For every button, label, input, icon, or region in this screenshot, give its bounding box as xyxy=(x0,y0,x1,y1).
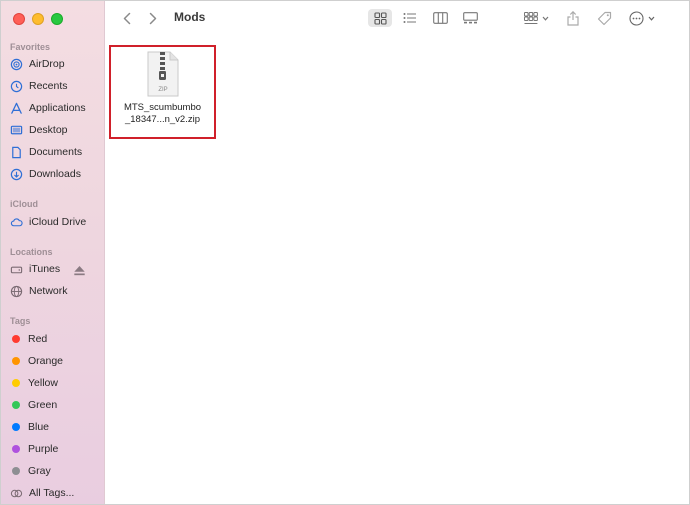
tag-color-dot xyxy=(12,401,20,409)
sidebar-item-airdrop[interactable]: AirDrop xyxy=(10,55,102,73)
file-name: MTS_scumbumbo _18347...n_v2.zip xyxy=(113,102,213,126)
favorites-section-title: Favorites xyxy=(10,42,51,52)
group-grid-icon xyxy=(523,11,538,24)
sidebar-tag-orange[interactable]: Orange xyxy=(10,352,102,370)
share-icon xyxy=(567,10,579,26)
sidebar-tag-green[interactable]: Green xyxy=(10,396,102,414)
sidebar-item-label: AirDrop xyxy=(29,58,65,70)
sidebar-item-downloads[interactable]: Downloads xyxy=(10,165,102,183)
sidebar: Favorites AirDrop Recents Applications D… xyxy=(1,1,105,504)
chevron-left-icon xyxy=(123,12,131,24)
gallery-icon xyxy=(462,12,478,24)
window-controls xyxy=(13,13,63,25)
sidebar-item-recents[interactable]: Recents xyxy=(10,77,102,95)
chevron-down-icon xyxy=(648,16,655,21)
tag-icon xyxy=(597,11,611,25)
eject-icon[interactable] xyxy=(73,264,86,277)
sidebar-tag-gray[interactable]: Gray xyxy=(10,462,102,480)
toolbar: Mods xyxy=(106,1,689,35)
all-tags-icon xyxy=(10,487,23,500)
chevron-down-icon xyxy=(542,16,548,21)
sidebar-item-label: Yellow xyxy=(28,377,58,389)
file-browser-area[interactable]: ZIP MTS_scumbumbo _18347...n_v2.zip xyxy=(106,35,689,504)
clock-icon xyxy=(10,80,23,93)
icon-view-button[interactable] xyxy=(368,9,392,27)
sidebar-item-label: Green xyxy=(28,399,58,411)
zip-file-icon: ZIP xyxy=(147,51,178,97)
list-icon xyxy=(403,13,416,23)
sidebar-item-label: Applications xyxy=(29,102,86,114)
sidebar-item-label: Purple xyxy=(28,443,59,455)
applications-icon xyxy=(10,102,23,115)
group-by-button[interactable] xyxy=(520,9,552,27)
tags-section-title: Tags xyxy=(10,316,31,326)
sidebar-tag-red[interactable]: Red xyxy=(10,330,102,348)
gallery-view-button[interactable] xyxy=(458,9,482,27)
window-title: Mods xyxy=(174,10,206,24)
more-actions-button[interactable] xyxy=(626,9,658,27)
file-name-line-2: _18347...n_v2.zip xyxy=(124,114,200,125)
sidebar-item-label: Red xyxy=(28,333,48,345)
desktop-icon xyxy=(10,124,23,137)
file-type-label: ZIP xyxy=(158,87,167,93)
ellipsis-circle-icon xyxy=(629,10,644,26)
tag-color-dot xyxy=(12,335,20,343)
sidebar-item-label: Gray xyxy=(28,465,51,477)
sidebar-item-itunes[interactable]: iTunes xyxy=(10,260,102,278)
sidebar-tag-purple[interactable]: Purple xyxy=(10,440,102,458)
back-button[interactable] xyxy=(120,9,134,27)
airdrop-icon xyxy=(10,58,23,71)
sidebar-item-applications[interactable]: Applications xyxy=(10,99,102,117)
sidebar-tag-blue[interactable]: Blue xyxy=(10,418,102,436)
sidebar-item-label: Orange xyxy=(28,355,64,367)
share-button[interactable] xyxy=(564,9,582,27)
sidebar-item-label: Recents xyxy=(29,80,68,92)
sidebar-item-label: Blue xyxy=(28,421,50,433)
column-view-button[interactable] xyxy=(428,9,452,27)
tag-color-dot xyxy=(12,379,20,387)
forward-button[interactable] xyxy=(146,9,160,27)
list-view-button[interactable] xyxy=(398,9,422,27)
grid-icon xyxy=(373,11,387,25)
sidebar-item-label: Downloads xyxy=(29,168,81,180)
sidebar-item-label: Documents xyxy=(29,146,83,158)
sidebar-all-tags[interactable]: All Tags... xyxy=(10,484,102,502)
document-icon xyxy=(10,146,23,159)
sidebar-item-label: Network xyxy=(29,285,68,297)
sidebar-item-desktop[interactable]: Desktop xyxy=(10,121,102,139)
file-name-line-1: MTS_scumbumbo xyxy=(123,102,202,113)
close-window-button[interactable] xyxy=(13,13,25,25)
tag-color-dot xyxy=(12,423,20,431)
chevron-right-icon xyxy=(149,12,157,24)
sidebar-item-label: iTunes xyxy=(29,263,61,275)
sidebar-item-documents[interactable]: Documents xyxy=(10,143,102,161)
sidebar-tag-yellow[interactable]: Yellow xyxy=(10,374,102,392)
tag-color-dot xyxy=(12,445,20,453)
icloud-section-title: iCloud xyxy=(10,199,38,209)
tag-button[interactable] xyxy=(594,9,614,27)
tag-color-dot xyxy=(12,357,20,365)
finder-window: Favorites AirDrop Recents Applications D… xyxy=(0,0,690,505)
sidebar-item-label: iCloud Drive xyxy=(29,216,87,228)
sidebar-item-label: Desktop xyxy=(29,124,68,136)
minimize-window-button[interactable] xyxy=(32,13,44,25)
sidebar-item-icloud-drive[interactable]: iCloud Drive xyxy=(10,213,102,231)
sidebar-item-network[interactable]: Network xyxy=(10,282,102,300)
columns-icon xyxy=(432,12,448,24)
cloud-icon xyxy=(10,216,23,229)
drive-icon xyxy=(10,263,23,276)
file-item-selected[interactable]: ZIP MTS_scumbumbo _18347...n_v2.zip xyxy=(109,45,216,139)
sidebar-item-label: All Tags... xyxy=(29,487,75,499)
locations-section-title: Locations xyxy=(10,247,53,257)
tag-color-dot xyxy=(12,467,20,475)
download-icon xyxy=(10,168,23,181)
zoom-window-button[interactable] xyxy=(51,13,63,25)
globe-icon xyxy=(10,285,23,298)
